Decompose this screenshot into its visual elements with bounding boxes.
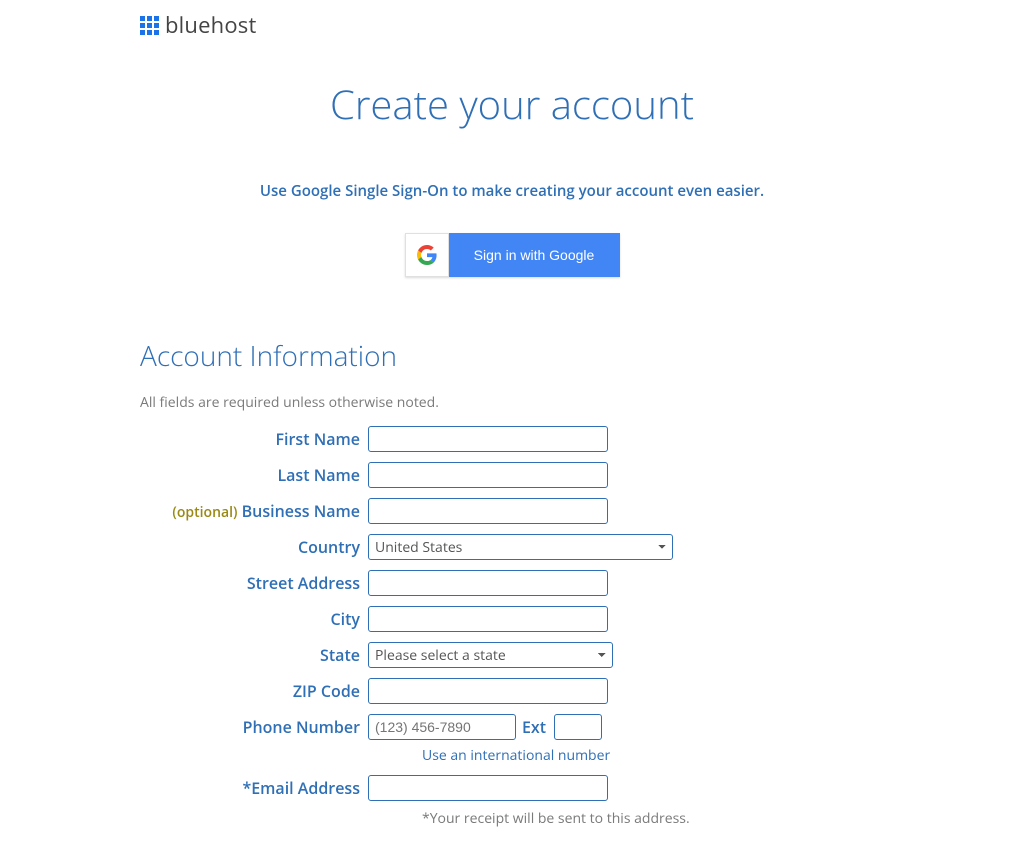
label-first-name: First Name [140,428,368,450]
country-select[interactable]: United States [368,534,673,560]
google-icon [405,233,449,277]
ext-field[interactable] [554,714,602,740]
business-name-field[interactable] [368,498,608,524]
label-country: Country [140,536,368,558]
label-business-name: Business Name [242,500,360,522]
email-field[interactable] [368,775,608,801]
label-city: City [140,608,368,630]
google-button-label: Sign in with Google [449,233,620,277]
city-field[interactable] [368,606,608,632]
receipt-note: *Your receipt will be sent to this addre… [368,809,900,828]
section-title-account-info: Account Information [140,337,900,375]
label-zip: ZIP Code [140,680,368,702]
optional-tag: (optional) [172,503,237,522]
zip-field[interactable] [368,678,608,704]
label-state: State [140,644,368,666]
label-street-address: Street Address [140,572,368,594]
brand-name: bluehost [165,10,257,40]
page-title: Create your account [0,76,1024,131]
international-number-link[interactable]: Use an international number [422,746,610,765]
last-name-field[interactable] [368,462,608,488]
label-ext: Ext [522,716,546,738]
label-phone: Phone Number [140,716,368,738]
sso-blurb: Use Google Single Sign-On to make creati… [0,181,1024,201]
first-name-field[interactable] [368,426,608,452]
state-select[interactable]: Please select a state [368,642,613,668]
brand-logo: bluehost [140,10,1024,40]
street-address-field[interactable] [368,570,608,596]
phone-field[interactable] [368,714,516,740]
label-last-name: Last Name [140,464,368,486]
sign-in-with-google-button[interactable]: Sign in with Google [405,233,620,277]
label-email: *Email Address [140,777,368,799]
required-fields-note: All fields are required unless otherwise… [140,393,900,412]
grid-icon [140,16,159,35]
